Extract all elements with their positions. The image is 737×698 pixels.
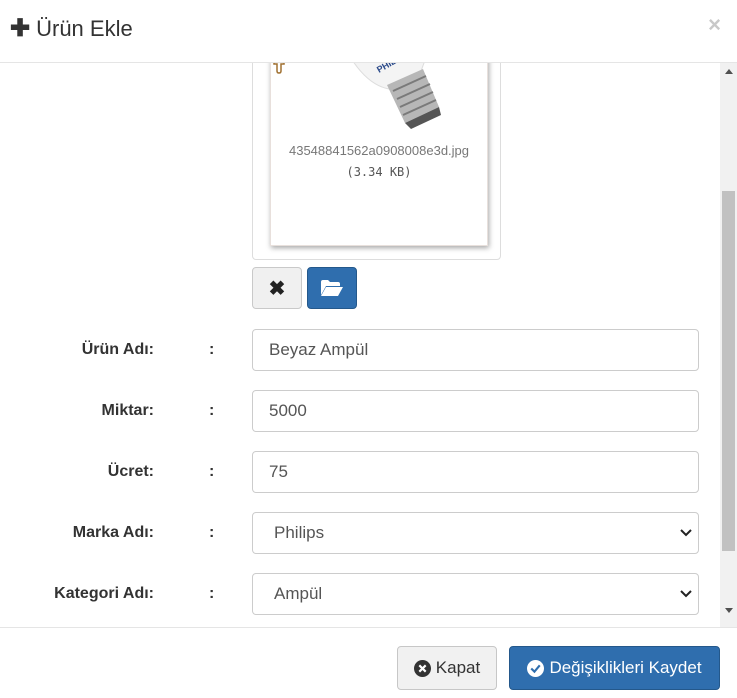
price-input[interactable]: 75 [252, 451, 699, 493]
modal-title-text: Ürün Ekle [36, 16, 133, 41]
remove-file-button[interactable]: ✖ [252, 267, 302, 309]
brand-select[interactable]: Philips [252, 512, 699, 554]
modal-title: ✚ Ürün Ekle [10, 16, 133, 42]
close-button[interactable]: Kapat [397, 646, 497, 690]
file-name: 43548841562a0908008e3d.jpg [288, 143, 470, 158]
colon: : [209, 585, 215, 602]
scroll-up-arrow-icon[interactable] [720, 67, 737, 81]
brand-select-value: Philips [274, 523, 325, 542]
vertical-scrollbar[interactable] [720, 63, 737, 627]
modal-header: ✚ Ürün Ekle × [0, 0, 737, 63]
close-button-label: Kapat [435, 658, 481, 677]
price-label: Ücret: [107, 463, 154, 480]
form-row-brand: Marka Adı: : Philips [0, 512, 720, 554]
form-row-product-name: Ürün Adı: : Beyaz Ampül [0, 329, 720, 371]
file-preview-frame: PHILIPS 43548841562a0908008e3d.jpg (3.34… [252, 63, 501, 260]
close-icon[interactable]: × [708, 12, 721, 38]
save-button-label: Değişiklikleri Kaydet [549, 658, 702, 677]
colon: : [209, 463, 215, 480]
bulb-image: PHILIPS [353, 63, 441, 129]
chevron-down-icon [680, 529, 692, 537]
colon: : [209, 524, 215, 541]
times-icon: ✖ [268, 277, 286, 300]
form-row-category: Kategori Adı: : Ampül [0, 573, 720, 615]
check-circle-icon [527, 659, 545, 677]
browse-file-button[interactable] [307, 267, 357, 309]
product-name-label: Ürün Adı: [81, 341, 154, 358]
quantity-label: Miktar: [101, 402, 154, 419]
form-row-quantity: Miktar: : 5000 [0, 390, 720, 432]
scroll-down-arrow-icon[interactable] [720, 607, 737, 621]
quantity-input[interactable]: 5000 [252, 390, 699, 432]
times-circle-icon [413, 659, 431, 677]
colon: : [209, 402, 215, 419]
drag-hand-icon[interactable] [271, 63, 289, 75]
modal-body: PHILIPS 43548841562a0908008e3d.jpg (3.34… [0, 63, 737, 627]
form-row-price: Ücret: : 75 [0, 451, 720, 493]
brand-label: Marka Adı: [72, 524, 154, 541]
scrollbar-thumb[interactable] [722, 191, 735, 551]
file-size: (3.34 KB) [346, 165, 412, 179]
modal-footer: Kapat Değişiklikleri Kaydet [0, 627, 737, 698]
chevron-down-icon [680, 590, 692, 598]
file-thumbnail: PHILIPS 43548841562a0908008e3d.jpg (3.34… [270, 63, 488, 246]
category-select-value: Ampül [274, 584, 323, 603]
colon: : [209, 341, 215, 358]
folder-open-icon [321, 280, 343, 296]
category-select[interactable]: Ampül [252, 573, 699, 615]
product-name-input[interactable]: Beyaz Ampül [252, 329, 699, 371]
save-changes-button[interactable]: Değişiklikleri Kaydet [509, 646, 720, 690]
category-label: Kategori Adı: [54, 585, 154, 602]
plus-icon: ✚ [10, 15, 31, 42]
